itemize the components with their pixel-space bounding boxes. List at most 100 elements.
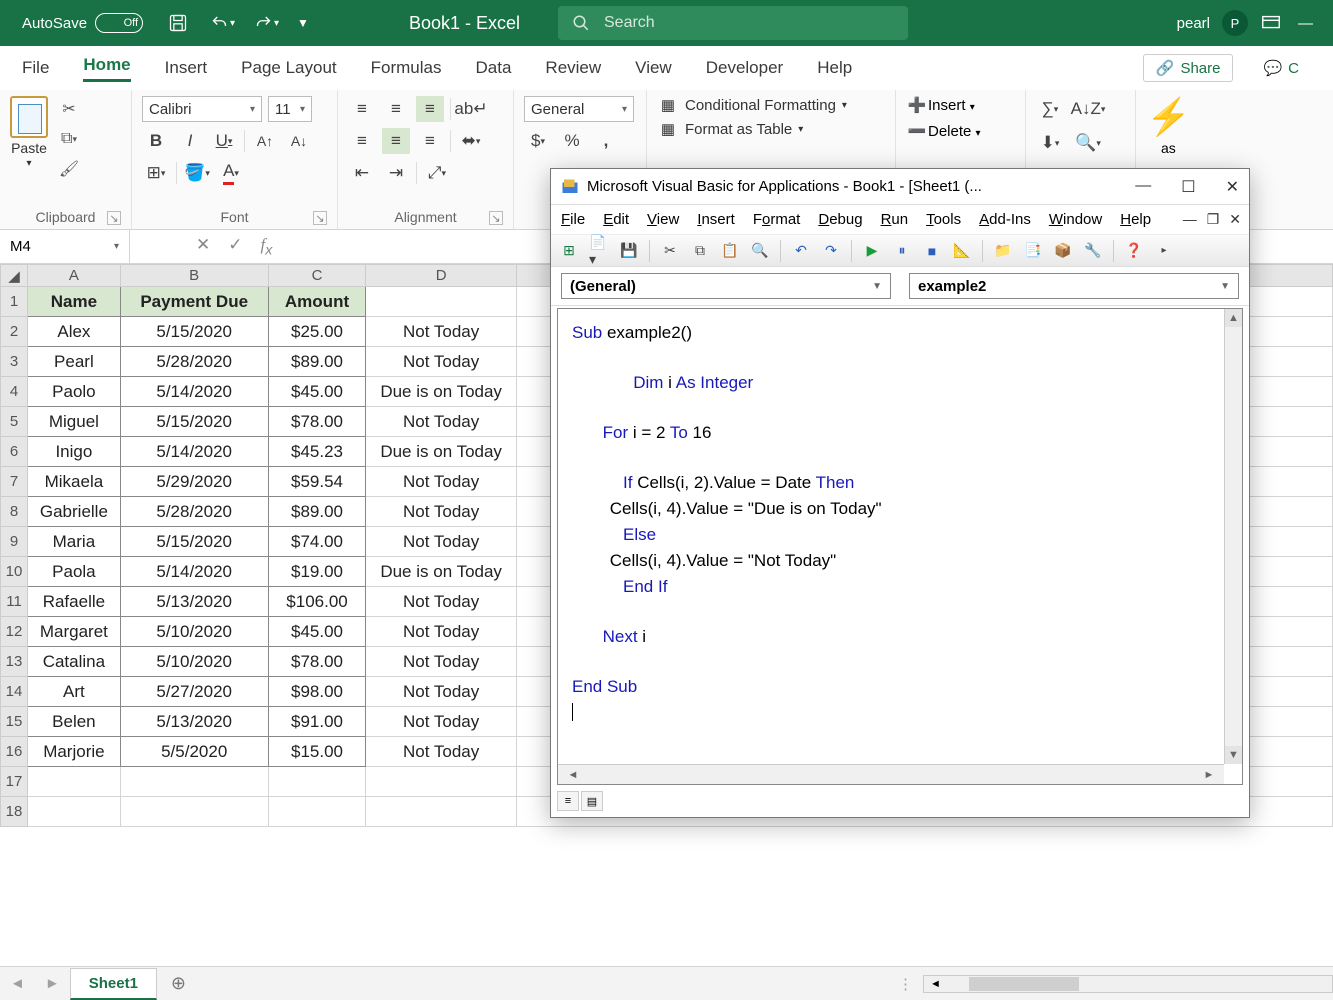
vba-title-bar[interactable]: Microsoft Visual Basic for Applications … <box>551 169 1249 205</box>
vba-menu-file[interactable]: File <box>561 211 585 228</box>
find-icon[interactable]: 🔍▾ <box>1074 130 1102 156</box>
font-name-combo[interactable]: Calibri▾ <box>142 96 262 122</box>
autosave-switch[interactable]: Off <box>95 13 143 33</box>
vba-menu-insert[interactable]: Insert <box>697 211 735 228</box>
select-all-corner[interactable]: ◢ <box>1 265 28 287</box>
break-icon[interactable]: ⏸ <box>892 241 912 261</box>
object-browser-icon[interactable]: 📦 <box>1053 241 1073 261</box>
increase-indent-icon[interactable]: ⇥ <box>382 160 410 186</box>
tab-page-layout[interactable]: Page Layout <box>241 58 336 78</box>
user-area[interactable]: pearl P <box>1177 10 1282 36</box>
header-cell[interactable]: Amount <box>268 287 366 317</box>
autosum-icon[interactable]: ∑ ▾ <box>1036 96 1064 122</box>
vba-menu-window[interactable]: Window <box>1049 211 1102 228</box>
vba-menu-edit[interactable]: Edit <box>603 211 629 228</box>
fill-icon[interactable]: ⬇ ▾ <box>1036 130 1064 156</box>
underline-button[interactable]: U ▾ <box>210 128 238 154</box>
accounting-icon[interactable]: $ ▾ <box>524 128 552 154</box>
percent-icon[interactable]: % <box>558 128 586 154</box>
borders-icon[interactable]: ⊞ ▾ <box>142 160 170 186</box>
vba-close-icon[interactable]: ✕ <box>1226 177 1239 197</box>
fill-color-icon[interactable]: 🪣▾ <box>183 160 211 186</box>
undo-icon[interactable]: ▾ <box>209 10 235 36</box>
font-size-combo[interactable]: 11▾ <box>268 96 312 122</box>
toolbar-options-icon[interactable]: ▸ <box>1154 241 1174 261</box>
insert-cells-button[interactable]: ➕Insert ▾ <box>906 96 1015 114</box>
search-box[interactable]: Search <box>558 6 908 40</box>
save-icon[interactable] <box>165 10 191 36</box>
cancel-icon[interactable]: ✕ <box>196 235 210 258</box>
col-header-C[interactable]: C <box>268 265 366 287</box>
vba-maximize-icon[interactable]: ☐ <box>1181 177 1195 197</box>
alignment-launcher[interactable]: ↘ <box>489 211 503 225</box>
copy-icon[interactable]: ⧉ <box>690 241 710 261</box>
procedure-view-icon[interactable]: ≡ <box>557 791 579 811</box>
properties-icon[interactable]: 📑 <box>1023 241 1043 261</box>
paste-button[interactable]: Paste ▾ <box>10 96 48 169</box>
comments-button[interactable]: 💬 C <box>1251 55 1311 81</box>
name-box[interactable]: M4▾ <box>0 230 130 264</box>
vba-code-pane[interactable]: Sub example2() Dim i As Integer For i = … <box>557 308 1243 785</box>
align-middle-icon[interactable]: ≡ <box>382 96 410 122</box>
chevron-down-icon[interactable]: ▾ <box>26 158 31 169</box>
toolbox-icon[interactable]: 🔧 <box>1083 241 1103 261</box>
ribbon-display-icon[interactable] <box>1260 12 1282 34</box>
bold-button[interactable]: B <box>142 128 170 154</box>
vba-horizontal-scrollbar[interactable]: ◄► <box>558 764 1224 784</box>
scrollbar-thumb[interactable] <box>969 977 1079 991</box>
format-as-table-button[interactable]: ▦Format as Table ▾ <box>657 120 885 138</box>
vba-menu-view[interactable]: View <box>647 211 679 228</box>
sheet-nav-left-icon[interactable]: ◄ <box>0 975 35 992</box>
col-header-B[interactable]: B <box>120 265 268 287</box>
sheet-nav-right-icon[interactable]: ► <box>35 975 70 992</box>
redo-icon[interactable]: ▾ <box>253 10 279 36</box>
header-cell[interactable]: Payment Due <box>120 287 268 317</box>
tab-help[interactable]: Help <box>817 58 852 78</box>
vba-menu-run[interactable]: Run <box>881 211 909 228</box>
tab-view[interactable]: View <box>635 58 672 78</box>
vba-menu-help[interactable]: Help <box>1120 211 1151 228</box>
tab-file[interactable]: File <box>22 58 49 78</box>
run-icon[interactable]: ▶ <box>862 241 882 261</box>
reset-icon[interactable]: ■ <box>922 241 942 261</box>
align-bottom-icon[interactable]: ≡ <box>416 96 444 122</box>
undo-icon[interactable]: ↶ <box>791 241 811 261</box>
qat-customize-icon[interactable]: ▼ <box>297 16 309 30</box>
mdi-minimize-icon[interactable]: — <box>1183 211 1197 228</box>
align-right-icon[interactable]: ≡ <box>416 128 444 154</box>
format-painter-icon[interactable]: 🖌 <box>56 158 82 180</box>
clipboard-launcher[interactable]: ↘ <box>107 211 121 225</box>
tab-home[interactable]: Home <box>83 55 130 82</box>
autosave-toggle[interactable]: AutoSave Off <box>22 13 143 33</box>
tab-review[interactable]: Review <box>545 58 601 78</box>
vba-menu-tools[interactable]: Tools <box>926 211 961 228</box>
insert-module-icon[interactable]: 📄▾ <box>589 241 609 261</box>
header-cell[interactable]: Name <box>28 287 121 317</box>
vba-menu-debug[interactable]: Debug <box>818 211 862 228</box>
cut-icon[interactable]: ✂ <box>56 98 82 120</box>
number-format-combo[interactable]: General▾ <box>524 96 634 122</box>
vba-menu-format[interactable]: Format <box>753 211 801 228</box>
col-header-A[interactable]: A <box>28 265 121 287</box>
tab-data[interactable]: Data <box>476 58 512 78</box>
object-combo[interactable]: (General)▼ <box>561 273 891 299</box>
comma-icon[interactable]: , <box>592 128 620 154</box>
font-color-icon[interactable]: A▾ <box>217 160 245 186</box>
vba-menu-addins[interactable]: Add-Ins <box>979 211 1031 228</box>
delete-cells-button[interactable]: ➖Delete ▾ <box>906 122 1015 140</box>
cut-icon[interactable]: ✂ <box>660 241 680 261</box>
increase-font-icon[interactable]: A↑ <box>251 128 279 154</box>
procedure-combo[interactable]: example2▼ <box>909 273 1239 299</box>
mdi-restore-icon[interactable]: ❐ <box>1207 211 1220 228</box>
fx-icon[interactable]: fx <box>261 235 273 258</box>
save-icon[interactable]: 💾 <box>619 241 639 261</box>
conditional-formatting-button[interactable]: ▦Conditional Formatting ▾ <box>657 96 885 114</box>
copy-icon[interactable]: ⧉ ▾ <box>56 128 82 150</box>
decrease-font-icon[interactable]: A↓ <box>285 128 313 154</box>
enter-icon[interactable]: ✓ <box>228 235 242 258</box>
sheet-tab[interactable]: Sheet1 <box>70 968 157 1000</box>
italic-button[interactable]: I <box>176 128 204 154</box>
redo-icon[interactable]: ↷ <box>821 241 841 261</box>
paste-icon[interactable]: 📋 <box>720 241 740 261</box>
mdi-close-icon[interactable]: ✕ <box>1229 211 1241 228</box>
